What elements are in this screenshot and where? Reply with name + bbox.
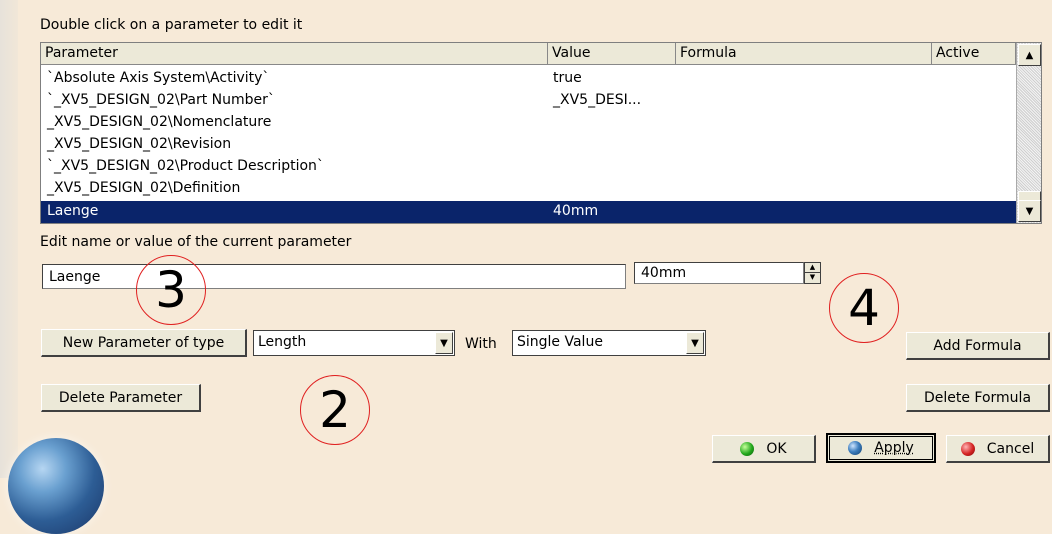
value-kind-value: Single Value bbox=[517, 334, 603, 350]
cancel-button[interactable]: Cancel bbox=[946, 435, 1050, 463]
cancel-icon bbox=[961, 442, 975, 456]
parameter-name: `_XV5_DESIGN_02\Part Number` bbox=[47, 92, 275, 108]
add-formula-button[interactable]: Add Formula bbox=[906, 332, 1050, 360]
ok-label: OK bbox=[766, 441, 786, 457]
parameter-name: _XV5_DESIGN_02\Nomenclature bbox=[47, 114, 271, 130]
edit-label: Edit name or value of the current parame… bbox=[40, 234, 351, 250]
table-row[interactable]: `_XV5_DESIGN_02\Part Number` _XV5_DESI..… bbox=[41, 90, 1016, 112]
parameter-value-input[interactable]: 40mm bbox=[634, 262, 804, 284]
column-header-formula[interactable]: Formula bbox=[676, 43, 932, 65]
table-vertical-scrollbar[interactable]: ▲ ▼ bbox=[1016, 43, 1041, 223]
column-header-parameter[interactable]: Parameter bbox=[41, 43, 548, 65]
parameter-name: `_XV5_DESIGN_02\Product Description` bbox=[47, 158, 324, 174]
parameter-name: Laenge bbox=[47, 203, 98, 219]
table-row-selected[interactable]: Laenge 40mm bbox=[41, 201, 1016, 223]
globe-logo bbox=[8, 438, 104, 534]
background-left-edge bbox=[0, 0, 18, 478]
table-row[interactable]: `Absolute Axis System\Activity` true bbox=[41, 68, 1016, 90]
table-row[interactable]: _XV5_DESIGN_02\Definition bbox=[41, 178, 1016, 200]
value-kind-select[interactable]: Single Value ▼ bbox=[512, 330, 706, 356]
parameter-type-value: Length bbox=[258, 334, 306, 350]
scroll-up-icon[interactable]: ▲ bbox=[1018, 44, 1041, 66]
parameter-value: _XV5_DESI... bbox=[553, 92, 641, 108]
apply-icon bbox=[848, 441, 862, 455]
table-row[interactable]: _XV5_DESIGN_02\Revision bbox=[41, 134, 1016, 156]
apply-label: Apply bbox=[874, 440, 914, 456]
cancel-label: Cancel bbox=[987, 441, 1034, 457]
dropdown-arrow-icon[interactable]: ▼ bbox=[686, 332, 704, 354]
parameter-table[interactable]: Parameter Value Formula Active `Absolute… bbox=[40, 42, 1042, 224]
parameter-type-select[interactable]: Length ▼ bbox=[253, 330, 455, 356]
parameter-value: 40mm bbox=[553, 203, 598, 219]
spin-down-icon[interactable]: ▼ bbox=[805, 272, 820, 282]
table-header: Parameter Value Formula Active bbox=[41, 43, 1016, 65]
annotation-circle-4: 4 bbox=[829, 273, 899, 343]
annotation-circle-2: 2 bbox=[300, 375, 370, 445]
column-header-value[interactable]: Value bbox=[548, 43, 676, 65]
apply-button[interactable]: Apply bbox=[826, 433, 936, 463]
delete-formula-button[interactable]: Delete Formula bbox=[906, 384, 1050, 412]
dropdown-arrow-icon[interactable]: ▼ bbox=[435, 332, 453, 354]
with-label: With bbox=[465, 336, 497, 352]
instruction-label: Double click on a parameter to edit it bbox=[40, 17, 302, 33]
parameter-name: `Absolute Axis System\Activity` bbox=[47, 70, 269, 86]
parameter-name: _XV5_DESIGN_02\Revision bbox=[47, 136, 231, 152]
new-parameter-button[interactable]: New Parameter of type bbox=[41, 329, 247, 357]
delete-parameter-button[interactable]: Delete Parameter bbox=[41, 384, 201, 412]
scroll-down-icon[interactable]: ▼ bbox=[1018, 200, 1041, 222]
value-spinner[interactable]: ▲ ▼ bbox=[804, 262, 821, 284]
table-row[interactable]: `_XV5_DESIGN_02\Product Description` bbox=[41, 156, 1016, 178]
parameter-name-input[interactable]: Laenge bbox=[42, 264, 626, 289]
ok-button[interactable]: OK bbox=[712, 435, 816, 463]
parameter-value: true bbox=[553, 70, 582, 86]
parameter-name: _XV5_DESIGN_02\Definition bbox=[47, 180, 240, 196]
ok-icon bbox=[740, 442, 754, 456]
spin-up-icon[interactable]: ▲ bbox=[805, 263, 820, 272]
annotation-circle-3: 3 bbox=[136, 255, 206, 325]
table-row[interactable]: _XV5_DESIGN_02\Nomenclature bbox=[41, 112, 1016, 134]
column-header-active[interactable]: Active bbox=[932, 43, 1016, 65]
